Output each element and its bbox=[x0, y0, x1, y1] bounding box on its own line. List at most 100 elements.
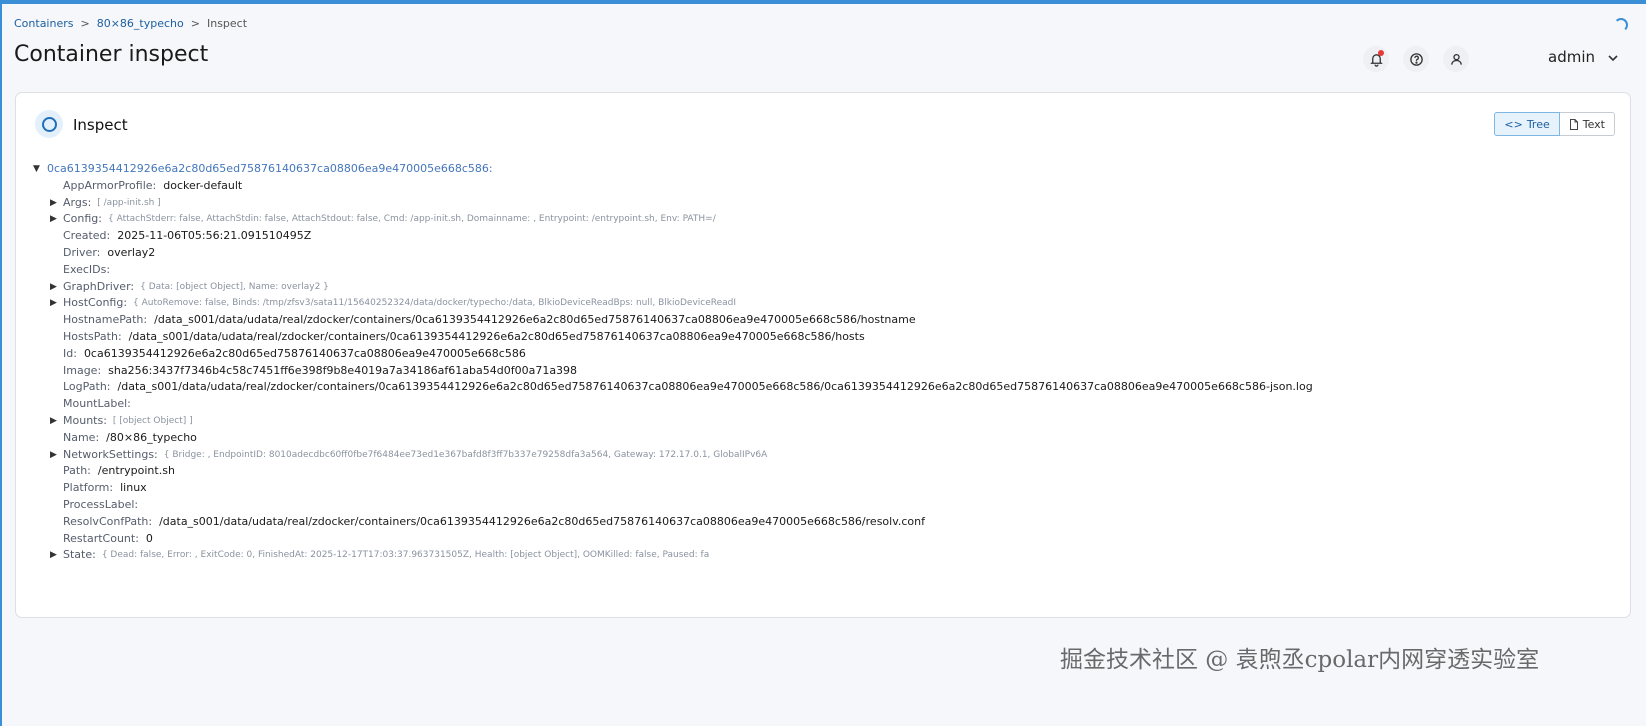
page-title: Container inspect bbox=[14, 42, 209, 67]
help-button[interactable] bbox=[1403, 46, 1429, 72]
tree-row: LogPath: /data_s001/data/udata/real/zdock… bbox=[33, 379, 1313, 396]
tree-key: HostnamePath: bbox=[63, 313, 148, 327]
tree-key: Mounts: bbox=[63, 413, 107, 427]
tree-row[interactable]: ▶ HostConfig: { AutoRemove: false, Binds: … bbox=[33, 295, 1313, 312]
breadcrumb-separator: > bbox=[80, 17, 90, 30]
collapsed-triangle-icon[interactable]: ▶ bbox=[50, 195, 57, 212]
notifications-button[interactable] bbox=[1363, 46, 1389, 72]
tree-value: /80×86_typecho bbox=[106, 430, 197, 444]
tree-key: ExecIDs: bbox=[63, 262, 111, 276]
breadcrumb-separator: > bbox=[190, 17, 200, 30]
tree-row: ExecIDs: bbox=[33, 262, 1313, 279]
json-tree: ▼ 0ca6139354412926e6a2c80d65ed7587614063… bbox=[33, 161, 1313, 564]
tree-row: Driver: overlay2 bbox=[33, 245, 1313, 262]
tree-row: Name: /80×86_typecho bbox=[33, 430, 1313, 447]
tree-key: RestartCount: bbox=[63, 531, 139, 545]
tree-preview: { Data: [object Object], Name: overlay2 … bbox=[140, 281, 329, 292]
help-icon bbox=[1409, 52, 1423, 66]
tree-view-button[interactable]: <> Tree bbox=[1494, 112, 1560, 136]
tree-value: /data_s001/data/udata/real/zdocker/conta… bbox=[159, 514, 925, 528]
expanded-triangle-icon[interactable]: ▼ bbox=[33, 161, 43, 178]
tree-row[interactable]: ▶ NetworkSettings: { Bridge: , EndpointID:… bbox=[33, 447, 1313, 464]
tree-key: ProcessLabel: bbox=[63, 497, 139, 511]
tree-key: Name: bbox=[63, 430, 100, 444]
tree-row: RestartCount: 0 bbox=[33, 531, 1313, 548]
tree-value: 0ca6139354412926e6a2c80d65ed75876140637c… bbox=[83, 346, 526, 360]
tree-row: Path: /entrypoint.sh bbox=[33, 463, 1313, 480]
chevron-down-icon[interactable] bbox=[1607, 52, 1619, 64]
tree-row[interactable]: ▶ Mounts: [ [object Object] ] bbox=[33, 413, 1313, 430]
tree-preview: { AutoRemove: false, Binds: /tmp/zfsv3/s… bbox=[133, 298, 737, 309]
tree-value: /data_s001/data/udata/real/zdocker/conta… bbox=[128, 329, 865, 343]
notification-badge bbox=[1378, 50, 1384, 56]
tree-row: Image: sha256:3437f7346b4c58c7451ff6e398f… bbox=[33, 363, 1313, 380]
left-accent-bar bbox=[0, 0, 2, 726]
text-view-button[interactable]: Text bbox=[1559, 112, 1615, 136]
user-name[interactable]: admin bbox=[1548, 48, 1595, 66]
collapsed-triangle-icon[interactable]: ▶ bbox=[50, 413, 57, 430]
user-menu-avatar[interactable] bbox=[1443, 46, 1469, 72]
tree-rows: AppArmorProfile: docker-default ▶ Args: [ /a… bbox=[33, 178, 1313, 564]
breadcrumb-container[interactable]: 80×86_typecho bbox=[97, 17, 184, 30]
tree-row: ProcessLabel: bbox=[33, 497, 1313, 514]
tree-value: linux bbox=[120, 481, 147, 495]
panel-title: Inspect bbox=[73, 116, 128, 134]
tree-row[interactable]: ▶ State: { Dead: false, Error: , ExitCode:… bbox=[33, 547, 1313, 564]
collapsed-triangle-icon[interactable]: ▶ bbox=[50, 295, 57, 312]
tree-value: sha256:3437f7346b4c58c7451ff6e398f9b8e40… bbox=[108, 363, 578, 377]
tree-preview: { AttachStderr: false, AttachStdin: fals… bbox=[108, 214, 716, 225]
tree-key: ResolvConfPath: bbox=[63, 514, 153, 528]
user-icon bbox=[1450, 53, 1462, 65]
tree-value: overlay2 bbox=[107, 245, 156, 259]
tree-preview: [ /app-init.sh ] bbox=[97, 197, 161, 208]
breadcrumb-containers[interactable]: Containers bbox=[14, 17, 74, 30]
tree-row: Created: 2025-11-06T05:56:21.091510495Z bbox=[33, 228, 1313, 245]
tree-value: docker-default bbox=[163, 178, 243, 192]
tree-value: 0 bbox=[145, 531, 153, 545]
inspect-panel: Inspect <> Tree Text ▼ 0ca6139354412926e… bbox=[15, 92, 1631, 618]
text-view-label: Text bbox=[1582, 117, 1605, 131]
tree-key: HostsPath: bbox=[63, 329, 122, 343]
tree-key: Path: bbox=[63, 464, 91, 478]
tree-view-label: Tree bbox=[1526, 117, 1550, 131]
tree-key: Platform: bbox=[63, 481, 114, 495]
tree-root[interactable]: ▼ 0ca6139354412926e6a2c80d65ed7587614063… bbox=[33, 161, 1313, 178]
tree-row: Id: 0ca6139354412926e6a2c80d65ed758761406… bbox=[33, 346, 1313, 363]
collapsed-triangle-icon[interactable]: ▶ bbox=[50, 547, 57, 564]
collapsed-triangle-icon[interactable]: ▶ bbox=[50, 447, 57, 464]
tree-key: NetworkSettings: bbox=[63, 447, 158, 461]
tree-value: /data_s001/data/udata/real/zdocker/conta… bbox=[154, 313, 916, 327]
loading-spinner bbox=[1614, 18, 1628, 32]
tree-row: ResolvConfPath: /data_s001/data/udata/rea… bbox=[33, 514, 1313, 531]
tree-key: Id: bbox=[63, 346, 77, 360]
tree-row: AppArmorProfile: docker-default bbox=[33, 178, 1313, 195]
tree-row: HostnamePath: /data_s001/data/udata/real/… bbox=[33, 312, 1313, 329]
collapsed-triangle-icon[interactable]: ▶ bbox=[50, 211, 57, 228]
view-toggle: <> Tree Text bbox=[1494, 112, 1615, 136]
tree-row: Platform: linux bbox=[33, 480, 1313, 497]
tree-key: GraphDriver: bbox=[63, 279, 135, 293]
tree-key: LogPath: bbox=[63, 380, 111, 394]
tree-key: AppArmorProfile: bbox=[63, 178, 157, 192]
tree-key: Args: bbox=[63, 195, 92, 209]
breadcrumb-current: Inspect bbox=[206, 17, 248, 30]
tree-row[interactable]: ▶ Config: { AttachStderr: false, AttachStd… bbox=[33, 211, 1313, 228]
tree-value: /entrypoint.sh bbox=[97, 464, 175, 478]
tree-key: MountLabel: bbox=[63, 397, 131, 411]
tree-key: Config: bbox=[63, 212, 102, 226]
inspect-icon bbox=[35, 110, 63, 138]
file-icon bbox=[1569, 118, 1578, 130]
tree-key: Image: bbox=[63, 363, 102, 377]
tree-root-key: 0ca6139354412926e6a2c80d65ed75876140637c… bbox=[47, 162, 493, 175]
tree-row: MountLabel: bbox=[33, 396, 1313, 413]
collapsed-triangle-icon[interactable]: ▶ bbox=[50, 279, 57, 296]
tree-row[interactable]: ▶ GraphDriver: { Data: [object Object], Na… bbox=[33, 279, 1313, 296]
tree-preview: [ [object Object] ] bbox=[112, 415, 193, 426]
code-icon: <> bbox=[1504, 117, 1523, 131]
tree-key: Created: bbox=[63, 229, 111, 243]
tree-preview: { Bridge: , EndpointID: 8010adecdbc60ff0… bbox=[163, 449, 768, 460]
tree-key: HostConfig: bbox=[63, 296, 128, 310]
tree-row[interactable]: ▶ Args: [ /app-init.sh ] bbox=[33, 195, 1313, 212]
top-accent-bar bbox=[0, 0, 1646, 4]
tree-row: HostsPath: /data_s001/data/udata/real/zdo… bbox=[33, 329, 1313, 346]
